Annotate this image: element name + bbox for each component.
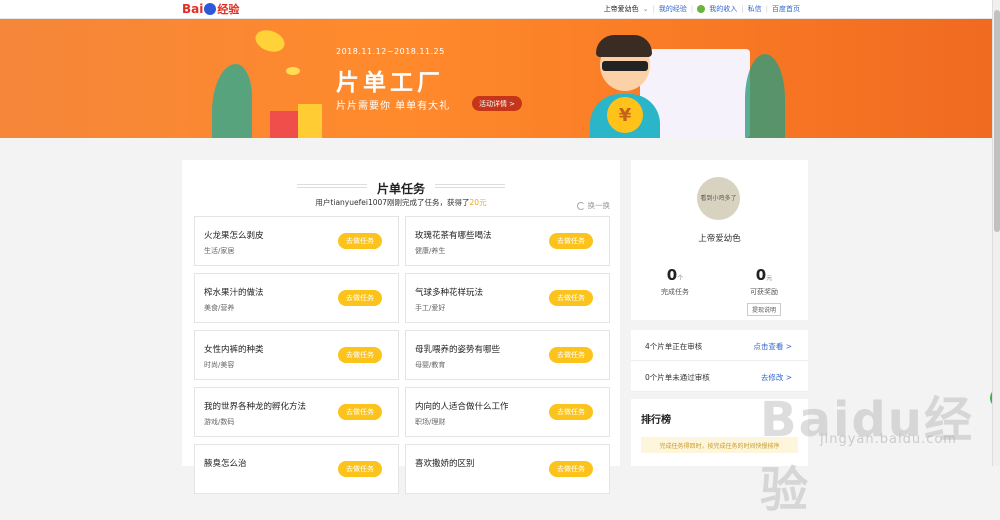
do-task-button[interactable]: 去做任务 (549, 461, 593, 477)
profile-name[interactable]: 上帝爱幼色 (631, 232, 808, 244)
task-title[interactable]: 气球多种花样玩法 (415, 286, 483, 298)
ranking-title: 排行榜 (641, 415, 671, 426)
top-bar: Bai 经验 上帝爱幼色 ⌄ | 我的经验 | 我的收入 | 私信 | 百度首页 (0, 0, 992, 19)
completed-stat: 0个 完成任务 (661, 266, 689, 296)
link-my-experience[interactable]: 我的经验 (659, 4, 687, 14)
link-baidu-home[interactable]: 百度首页 (772, 4, 800, 14)
task-card[interactable]: 火龙果怎么剥皮生活/家居 去做任务 (194, 216, 399, 266)
campaign-subtitle: 片片需要你 单单有大礼 (336, 101, 451, 112)
coin-icon (697, 5, 706, 13)
task-title[interactable]: 玫瑰花茶有哪些喝法 (415, 229, 492, 241)
task-title[interactable]: 榨水果汁的做法 (204, 286, 264, 298)
campaign-date: 2018.11.12~2018.11.25 (336, 47, 445, 56)
coin-decoration (286, 67, 300, 75)
task-category: 手工/爱好 (415, 304, 446, 312)
task-title[interactable]: 女性内裤的种类 (204, 343, 264, 355)
plant-decoration (212, 64, 252, 138)
task-notice: 用户tianyuefei1007刚刚完成了任务，获得了20元 (315, 198, 487, 207)
audit-row-pending: 4个片单正在审核 点击查看 > (631, 330, 808, 361)
task-panel-title: 片单任务 (376, 182, 425, 196)
task-title[interactable]: 腋臭怎么治 (204, 457, 247, 469)
baidu-jingyan-logo[interactable]: Bai 经验 (182, 2, 239, 16)
do-task-button[interactable]: 去做任务 (338, 290, 382, 306)
activity-detail-button[interactable]: 活动详情 > (472, 96, 522, 111)
task-card[interactable]: 榨水果汁的做法美食/营养 去做任务 (194, 273, 399, 323)
do-task-button[interactable]: 去做任务 (549, 404, 593, 420)
campaign-banner: 2018.11.12~2018.11.25 片单工厂 片片需要你 单单有大礼 活… (0, 19, 992, 138)
refresh-button[interactable]: 换一换 (576, 200, 610, 211)
do-task-button[interactable]: 去做任务 (338, 404, 382, 420)
profile-card: 看到小鸡多了 上帝爱幼色 0个 完成任务 0元 可获奖励 提现说明 (631, 160, 808, 320)
task-category: 时尚/美容 (204, 361, 235, 369)
task-card[interactable]: 内向的人适合做什么工作职场/理财 去做任务 (405, 387, 610, 437)
task-title[interactable]: 我的世界各种龙的孵化方法 (204, 400, 306, 412)
scrollbar[interactable] (992, 0, 1000, 466)
user-menu[interactable]: 上帝爱幼色 (604, 4, 639, 14)
task-category: 生活/家居 (204, 247, 235, 255)
title-divider (435, 184, 505, 188)
task-card[interactable]: 玫瑰花茶有哪些喝法健康/养生 去做任务 (405, 216, 610, 266)
link-messages[interactable]: 私信 (748, 4, 762, 14)
withdraw-info-button[interactable]: 提现说明 (746, 303, 781, 316)
task-panel: 片单任务 用户tianyuefei1007刚刚完成了任务，获得了20元 换一换 … (182, 160, 620, 494)
baidu-watermark: Baidu经验 (760, 392, 974, 518)
link-my-income[interactable]: 我的收入 (709, 4, 737, 14)
top-links: 上帝爱幼色 ⌄ | 我的经验 | 我的收入 | 私信 | 百度首页 (603, 4, 800, 14)
reward-stat: 0元 可获奖励 提现说明 (720, 266, 808, 316)
task-category: 母婴/教育 (415, 361, 446, 369)
plant-decoration (745, 54, 785, 138)
do-task-button[interactable]: 去做任务 (549, 347, 593, 363)
task-title[interactable]: 内向的人适合做什么工作 (415, 400, 509, 412)
coin-decoration (252, 26, 288, 56)
do-task-button[interactable]: 去做任务 (338, 347, 382, 363)
task-category: 游戏/数码 (204, 418, 235, 426)
mascot-illustration: ¥ (590, 35, 660, 138)
chevron-down-icon[interactable]: ⌄ (643, 5, 649, 13)
yuan-coin-icon: ¥ (607, 97, 643, 133)
campaign-title: 片单工厂 (336, 70, 444, 96)
task-title[interactable]: 母乳喂养的姿势有哪些 (415, 343, 500, 355)
task-title[interactable]: 火龙果怎么剥皮 (204, 229, 264, 241)
scrollbar-thumb[interactable] (994, 10, 1000, 232)
do-task-button[interactable]: 去做任务 (338, 461, 382, 477)
baidu-watermark-url: jingyan.baidu.com (820, 432, 957, 447)
task-category: 美食/营养 (204, 304, 235, 312)
task-card[interactable]: 喜欢撒娇的区别 去做任务 (405, 444, 610, 494)
task-title[interactable]: 喜欢撒娇的区别 (415, 457, 475, 469)
task-category: 职场/理财 (415, 418, 446, 426)
do-task-button[interactable]: 去做任务 (549, 233, 593, 249)
do-task-button[interactable]: 去做任务 (549, 290, 593, 306)
paw-icon (204, 3, 217, 15)
view-pending-link[interactable]: 点击查看 > (753, 341, 792, 352)
avatar[interactable]: 看到小鸡多了 (697, 177, 740, 220)
sunglasses-icon (602, 61, 648, 71)
do-task-button[interactable]: 去做任务 (338, 233, 382, 249)
refresh-icon (576, 201, 585, 210)
task-card[interactable]: 女性内裤的种类时尚/美容 去做任务 (194, 330, 399, 380)
task-card[interactable]: 母乳喂养的姿势有哪些母婴/教育 去做任务 (405, 330, 610, 380)
task-card[interactable]: 我的世界各种龙的孵化方法游戏/数码 去做任务 (194, 387, 399, 437)
task-card[interactable]: 气球多种花样玩法手工/爱好 去做任务 (405, 273, 610, 323)
task-category: 健康/养生 (415, 247, 446, 255)
task-card[interactable]: 腋臭怎么治 去做任务 (194, 444, 399, 494)
gift-box-icon (298, 104, 322, 138)
title-divider (297, 184, 367, 188)
